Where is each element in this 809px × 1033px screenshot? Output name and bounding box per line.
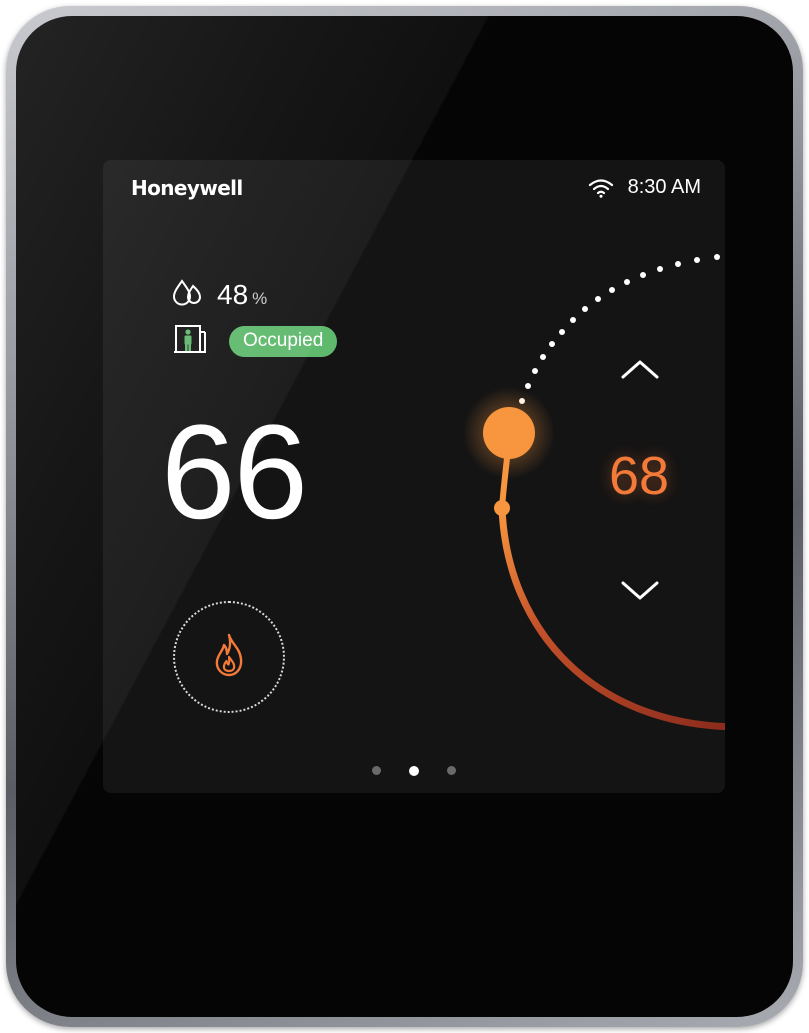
decrease-setpoint-button[interactable]	[615, 578, 665, 608]
setpoint-slider-knob[interactable]	[483, 407, 535, 459]
page-dot-2-active[interactable]	[409, 765, 419, 776]
thermostat-device-frame: Honeywell 8:30 AM 48 % Occupied 66 68	[6, 6, 803, 1027]
chevron-down-icon	[620, 580, 660, 606]
thermostat-screen: Honeywell 8:30 AM 48 % Occupied 66 68	[103, 160, 725, 793]
dial-current-marker	[494, 500, 510, 516]
chevron-up-icon	[620, 358, 660, 384]
page-dot-1[interactable]	[372, 766, 381, 775]
device-glass-bezel: Honeywell 8:30 AM 48 % Occupied 66 68	[16, 16, 793, 1017]
increase-setpoint-button[interactable]	[615, 356, 665, 386]
setpoint-temperature: 68	[608, 446, 670, 506]
page-dot-3[interactable]	[447, 766, 456, 775]
page-indicator	[103, 765, 725, 776]
dial-heat-arc	[498, 504, 725, 730]
